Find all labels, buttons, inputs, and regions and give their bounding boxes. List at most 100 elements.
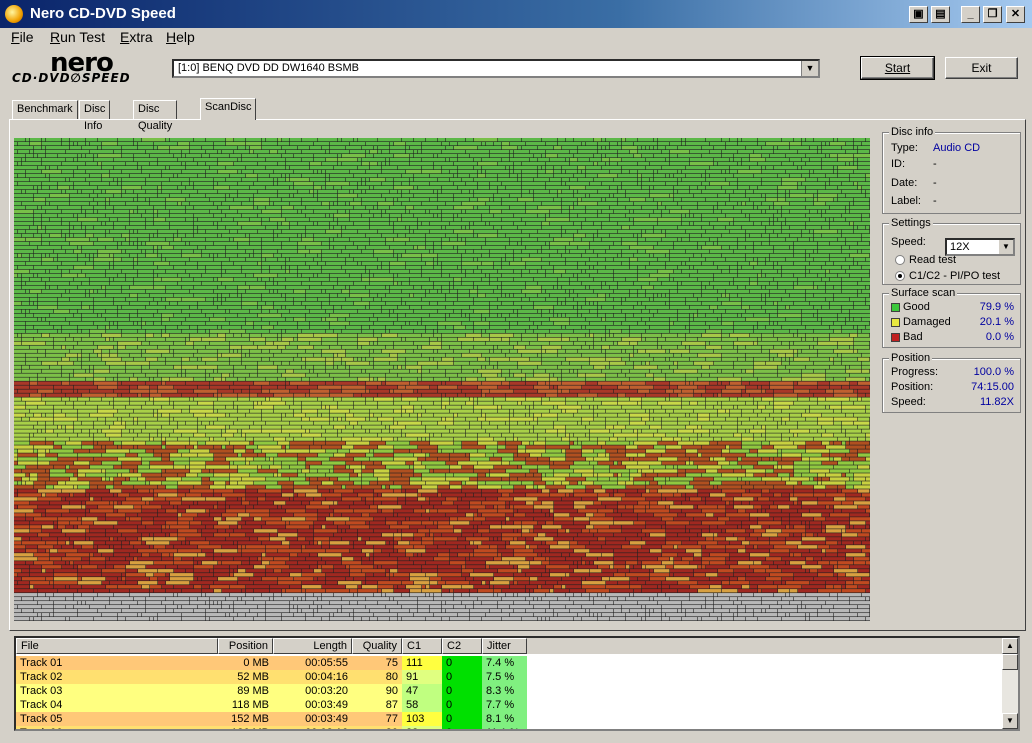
menu-extra[interactable]: Extra [120, 28, 153, 46]
minimize-button[interactable]: _ [961, 6, 980, 23]
damaged-swatch-icon [891, 317, 900, 327]
col-c2[interactable]: C2 [442, 638, 482, 654]
table-cell: 186 MB [218, 726, 273, 729]
table-cell: 0 [442, 712, 482, 726]
table-cell: 00:03:16 [273, 726, 352, 729]
menu-file[interactable]: File [11, 28, 34, 46]
col-position[interactable]: Position [218, 638, 273, 654]
good-swatch-icon [891, 302, 900, 312]
disc-type-value: Audio CD [933, 142, 981, 154]
position-group: Position Progress: 100.0 % Position: 74:15… [882, 352, 1021, 413]
table-cell: 118 MB [218, 698, 273, 712]
table-cell: Track 04 [16, 698, 218, 712]
table-cell: 58 [402, 698, 442, 712]
table-cell: 0 [442, 670, 482, 684]
restore-button[interactable]: ❐ [983, 6, 1002, 23]
scroll-thumb[interactable] [1002, 654, 1018, 670]
table-cell: Track 06 [16, 726, 218, 729]
col-file[interactable]: File [16, 638, 218, 654]
table-cell: 91 [402, 670, 442, 684]
drive-dropdown[interactable]: [1:0] BENQ DVD DD DW1640 BSMB ▼ [172, 59, 820, 78]
table-row[interactable]: Track 02 52 MB 00:04:16 80 91 0 7.5 % [16, 670, 1002, 684]
table-cell: 88 [402, 726, 442, 729]
table-cell: 0 [442, 656, 482, 670]
disc-date-value: - [933, 177, 937, 189]
col-quality[interactable]: Quality [352, 638, 402, 654]
menu-help[interactable]: Help [166, 28, 195, 46]
col-c1[interactable]: C1 [402, 638, 442, 654]
table-row[interactable]: Track 03 89 MB 00:03:20 90 47 0 8.3 % [16, 684, 1002, 698]
surface-scan-group: Surface scan Good 79.9 % Damaged 20.1 % Ba… [882, 287, 1021, 348]
table-cell: 80 [352, 670, 402, 684]
table-cell: 0 [442, 726, 482, 729]
good-percent: 79.9 % [979, 301, 1014, 313]
tracks-table: File Position Length Quality C1 C2 Jitte… [14, 636, 1020, 731]
table-cell: 152 MB [218, 712, 273, 726]
progress-value: 100.0 % [973, 366, 1014, 378]
nero-app-icon[interactable] [5, 5, 23, 23]
radio-icon[interactable] [895, 255, 905, 266]
tab-disc-info[interactable]: Disc Info [79, 100, 111, 132]
table-cell: 7.4 % [482, 656, 527, 670]
chevron-down-icon[interactable]: ▼ [801, 61, 818, 76]
table-cell: 0 MB [218, 656, 273, 670]
exit-button[interactable]: Exit [945, 57, 1018, 79]
table-header: File Position Length Quality C1 C2 Jitte… [16, 638, 1016, 654]
table-cell: Track 03 [16, 684, 218, 698]
table-row[interactable]: Track 06186 MB00:03:168088011.1 % [16, 726, 1002, 729]
table-row[interactable]: Track 01 0 MB 00:05:55 75 111 0 7.4 % [16, 656, 1002, 670]
bad-percent: 0.0 % [985, 331, 1014, 343]
table-cell: 00:03:49 [273, 698, 352, 712]
disc-info-group: Disc info Type: Audio CD ID: - Date: - Labe… [882, 126, 1021, 214]
position-value: 74:15.00 [971, 381, 1014, 393]
tab-benchmark[interactable]: Benchmark [12, 100, 78, 119]
window-title: Nero CD-DVD Speed [30, 5, 176, 22]
table-cell: 111 [402, 656, 442, 670]
table-cell: 87 [352, 698, 402, 712]
table-cell: 11.1 % [482, 726, 527, 729]
damaged-percent: 20.1 % [979, 316, 1014, 328]
help-topics-icon[interactable]: ▣ [909, 6, 928, 23]
c1c2-test-radio[interactable]: C1/C2 - PI/PO test [895, 269, 1014, 283]
vertical-scrollbar[interactable]: ▲ ▼ [1002, 638, 1018, 729]
speed-value: 11.82X [979, 396, 1014, 408]
disc-id-value: - [933, 158, 937, 170]
menu-bar: File Run Test Extra Help [0, 28, 1032, 46]
surface-scan-map [14, 138, 870, 621]
table-cell: 75 [352, 656, 402, 670]
nero-logo: nero CD·DVD∅SPEED [12, 48, 131, 85]
start-button[interactable]: Start [860, 56, 935, 80]
table-cell: 8.1 % [482, 712, 527, 726]
scroll-up-icon[interactable]: ▲ [1002, 638, 1018, 654]
table-cell: Track 01 [16, 656, 218, 670]
menu-run-test[interactable]: Run Test [50, 28, 105, 46]
close-button[interactable]: ✕ [1006, 6, 1025, 23]
title-bar[interactable]: Nero CD-DVD Speed ▣ ▤ _ ❐ ✕ [0, 0, 1032, 28]
save-icon[interactable]: ▤ [931, 6, 950, 23]
table-cell: 90 [352, 684, 402, 698]
table-cell: 77 [352, 712, 402, 726]
tab-disc-quality[interactable]: Disc Quality [133, 100, 178, 132]
tab-scandisc[interactable]: ScanDisc [200, 98, 257, 120]
table-cell: 00:03:49 [273, 712, 352, 726]
scroll-down-icon[interactable]: ▼ [1002, 713, 1018, 729]
table-row[interactable]: Track 05 152 MB 00:03:49 77 103 0 8.1 % [16, 712, 1002, 726]
table-cell: 47 [402, 684, 442, 698]
table-cell: 00:05:55 [273, 656, 352, 670]
table-cell: 7.5 % [482, 670, 527, 684]
table-cell: 00:04:16 [273, 670, 352, 684]
table-row[interactable]: Track 04 118 MB 00:03:49 87 58 0 7.7 % [16, 698, 1002, 712]
col-length[interactable]: Length [273, 638, 352, 654]
table-cell: 89 MB [218, 684, 273, 698]
bad-swatch-icon [891, 332, 900, 342]
read-test-radio[interactable]: Read test [895, 253, 1014, 267]
radio-selected-icon[interactable] [895, 271, 905, 282]
table-cell: 7.7 % [482, 698, 527, 712]
table-cell: Track 05 [16, 712, 218, 726]
chevron-down-icon[interactable]: ▼ [999, 240, 1013, 254]
table-cell: Track 02 [16, 670, 218, 684]
table-cell: 103 [402, 712, 442, 726]
disc-label-value: - [933, 195, 937, 207]
app-window: Nero CD-DVD Speed ▣ ▤ _ ❐ ✕ File Run Tes… [0, 0, 1032, 743]
col-jitter[interactable]: Jitter [482, 638, 527, 654]
